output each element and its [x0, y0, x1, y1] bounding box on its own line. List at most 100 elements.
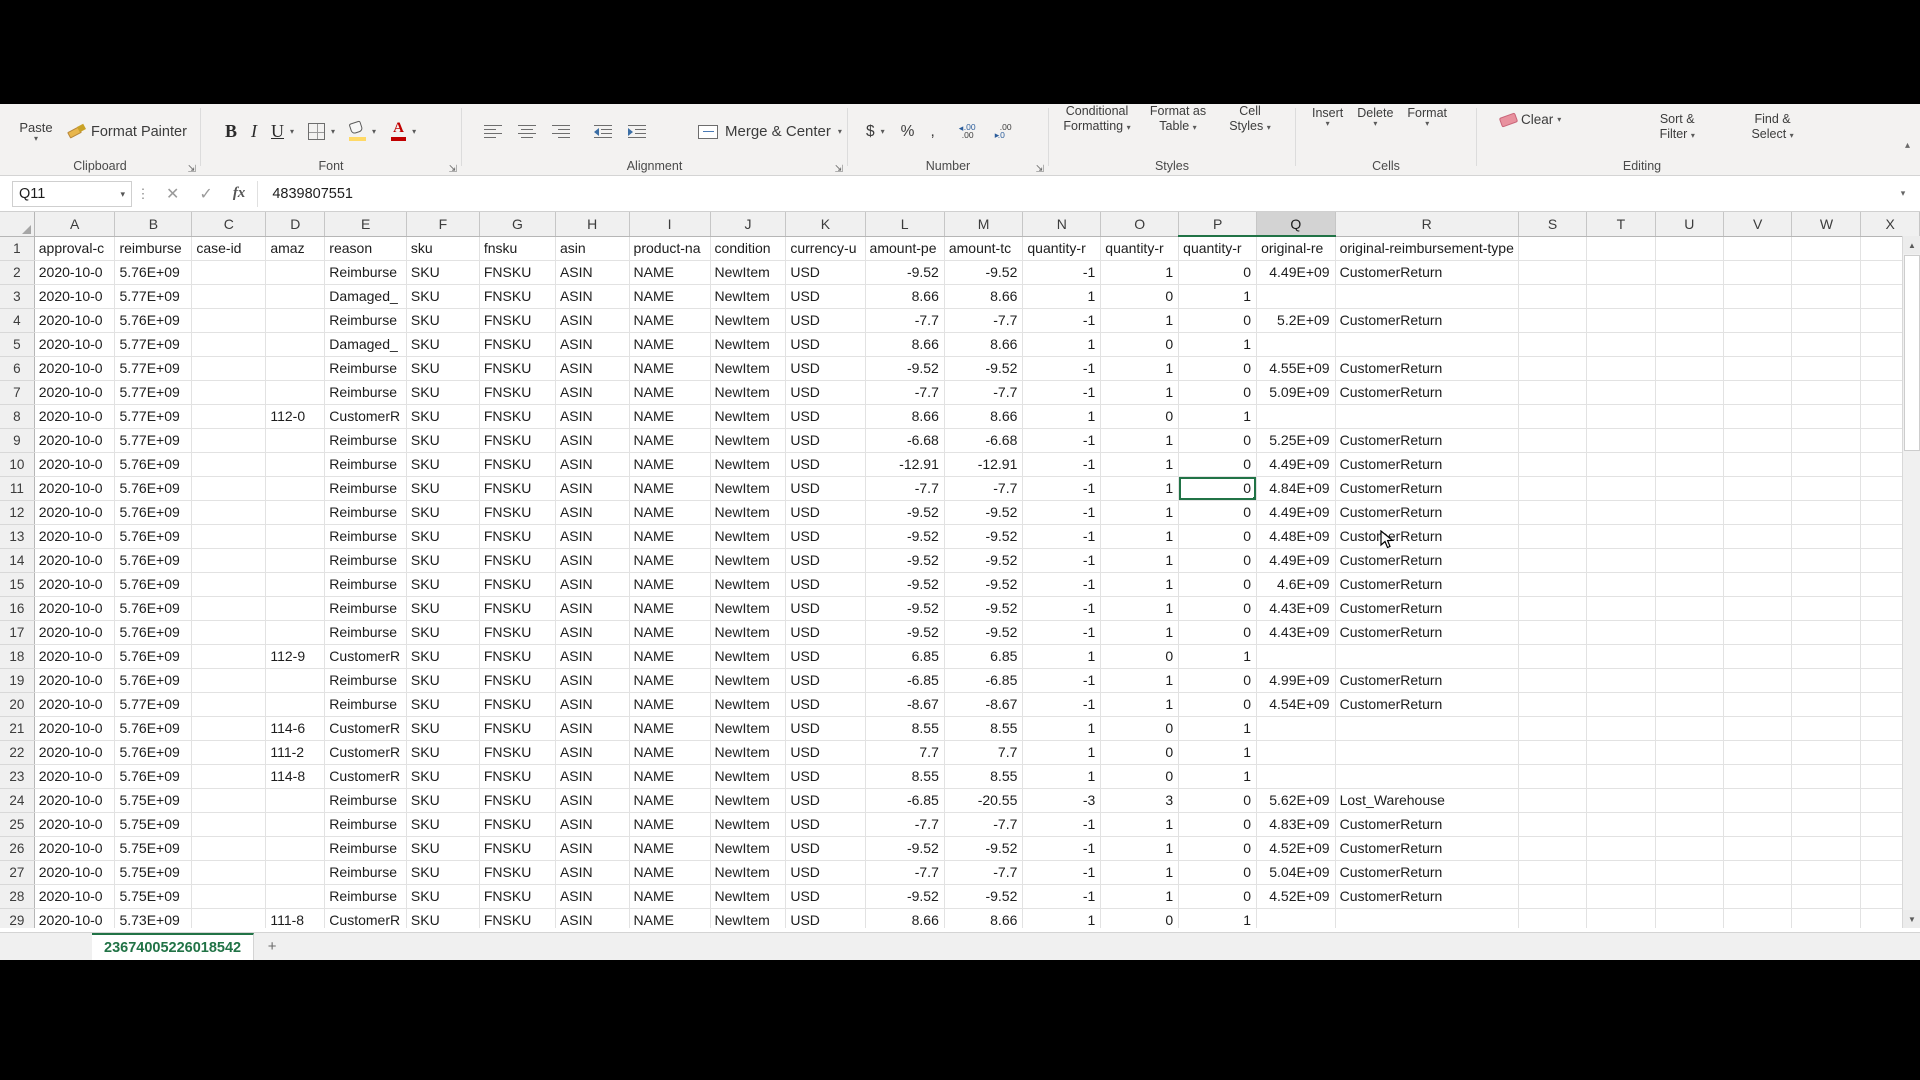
- cell-J11[interactable]: NewItem: [710, 476, 787, 501]
- vertical-scrollbar-thumb[interactable]: [1904, 255, 1920, 451]
- cell-D24[interactable]: [265, 788, 326, 813]
- cell-M29[interactable]: 8.66: [944, 908, 1024, 928]
- cell-I13[interactable]: NAME: [629, 524, 711, 549]
- cell-I9[interactable]: NAME: [629, 428, 711, 453]
- cell-K24[interactable]: USD: [785, 788, 866, 813]
- cell-I6[interactable]: NAME: [629, 356, 711, 381]
- cell-O2[interactable]: 1: [1100, 260, 1180, 285]
- paste-button[interactable]: Paste ▾: [10, 120, 62, 143]
- cell-K15[interactable]: USD: [785, 572, 866, 597]
- cell-L23[interactable]: 8.55: [865, 764, 945, 789]
- cell-R22[interactable]: [1335, 740, 1519, 765]
- cell-R5[interactable]: [1335, 332, 1519, 357]
- cell-S2[interactable]: [1518, 260, 1588, 285]
- cell-H4[interactable]: ASIN: [555, 308, 630, 333]
- formula-input[interactable]: 4839807551: [257, 180, 1890, 207]
- cell-U19[interactable]: [1655, 668, 1725, 693]
- cell-H22[interactable]: ASIN: [555, 740, 630, 765]
- cell-L22[interactable]: 7.7: [865, 740, 945, 765]
- column-title-E[interactable]: reason: [324, 236, 407, 261]
- cell-I8[interactable]: NAME: [629, 404, 711, 429]
- cell-G27[interactable]: FNSKU: [479, 860, 556, 885]
- cell-E28[interactable]: Reimburse: [324, 884, 407, 909]
- cell-I11[interactable]: NAME: [629, 476, 711, 501]
- cell-P14[interactable]: 0: [1178, 548, 1258, 573]
- cell-J28[interactable]: NewItem: [710, 884, 787, 909]
- cell-W11[interactable]: [1791, 476, 1862, 501]
- cell-T10[interactable]: [1586, 452, 1656, 477]
- insert-function-icon[interactable]: fx: [233, 185, 246, 202]
- cell-O20[interactable]: 1: [1100, 692, 1180, 717]
- cell-W27[interactable]: [1791, 860, 1862, 885]
- column-title-G[interactable]: fnsku: [479, 236, 556, 261]
- cell-J27[interactable]: NewItem: [710, 860, 787, 885]
- cell-O23[interactable]: 0: [1100, 764, 1180, 789]
- cell-A20[interactable]: 2020-10-0: [34, 692, 116, 717]
- cell-B18[interactable]: 5.76E+09: [114, 644, 193, 669]
- cell-J5[interactable]: NewItem: [710, 332, 787, 357]
- cell-B10[interactable]: 5.76E+09: [114, 452, 193, 477]
- cell-M22[interactable]: 7.7: [944, 740, 1024, 765]
- cell-D23[interactable]: 114-8: [265, 764, 326, 789]
- cell-J8[interactable]: NewItem: [710, 404, 787, 429]
- cell-U21[interactable]: [1655, 716, 1725, 741]
- increase-decimal-icon[interactable]: .00.00 ◂: [959, 123, 979, 140]
- formula-bar-handle[interactable]: ⋮: [132, 186, 154, 202]
- cell-J19[interactable]: NewItem: [710, 668, 787, 693]
- cell-B8[interactable]: 5.77E+09: [114, 404, 193, 429]
- cell-E7[interactable]: Reimburse: [324, 380, 407, 405]
- cell-K11[interactable]: USD: [785, 476, 866, 501]
- cell-B21[interactable]: 5.76E+09: [114, 716, 193, 741]
- cell-V14[interactable]: [1723, 548, 1793, 573]
- cell-D4[interactable]: [265, 308, 326, 333]
- cell-T13[interactable]: [1586, 524, 1656, 549]
- cell-K27[interactable]: USD: [785, 860, 866, 885]
- cell-K10[interactable]: USD: [785, 452, 866, 477]
- cell-L8[interactable]: 8.66: [865, 404, 945, 429]
- cell-P7[interactable]: 0: [1178, 380, 1258, 405]
- cell-O21[interactable]: 0: [1100, 716, 1180, 741]
- cell-P13[interactable]: 0: [1178, 524, 1258, 549]
- cell-R12[interactable]: CustomerReturn: [1335, 500, 1519, 525]
- cell-B29[interactable]: 5.73E+09: [114, 908, 193, 928]
- cell-V26[interactable]: [1723, 836, 1793, 861]
- cell-V24[interactable]: [1723, 788, 1793, 813]
- column-header-E[interactable]: E: [324, 212, 407, 237]
- cell-J16[interactable]: NewItem: [710, 596, 787, 621]
- cell-J23[interactable]: NewItem: [710, 764, 787, 789]
- cell-B11[interactable]: 5.76E+09: [114, 476, 193, 501]
- column-title-J[interactable]: condition: [710, 236, 787, 261]
- column-title-R[interactable]: original-reimbursement-type: [1335, 236, 1519, 261]
- cell-P21[interactable]: 1: [1178, 716, 1258, 741]
- cell-E17[interactable]: Reimburse: [324, 620, 407, 645]
- cell-E11[interactable]: Reimburse: [324, 476, 407, 501]
- cell-P18[interactable]: 1: [1178, 644, 1258, 669]
- cell-G28[interactable]: FNSKU: [479, 884, 556, 909]
- cell-N24[interactable]: -3: [1022, 788, 1102, 813]
- cell-N14[interactable]: -1: [1022, 548, 1102, 573]
- cell-G20[interactable]: FNSKU: [479, 692, 556, 717]
- cell-W12[interactable]: [1791, 500, 1862, 525]
- cell-G22[interactable]: FNSKU: [479, 740, 556, 765]
- cell-I5[interactable]: NAME: [629, 332, 711, 357]
- cell-B2[interactable]: 5.76E+09: [114, 260, 193, 285]
- cell-S3[interactable]: [1518, 284, 1588, 309]
- cell-K9[interactable]: USD: [785, 428, 866, 453]
- column-header-N[interactable]: N: [1022, 212, 1102, 237]
- cell-N2[interactable]: -1: [1022, 260, 1102, 285]
- cell-G9[interactable]: FNSKU: [479, 428, 556, 453]
- cell-S7[interactable]: [1518, 380, 1588, 405]
- row-header-28[interactable]: 28: [0, 884, 35, 909]
- cell-G23[interactable]: FNSKU: [479, 764, 556, 789]
- cell-H2[interactable]: ASIN: [555, 260, 630, 285]
- cell-R25[interactable]: CustomerReturn: [1335, 812, 1519, 837]
- cell-W17[interactable]: [1791, 620, 1862, 645]
- cell-B26[interactable]: 5.75E+09: [114, 836, 193, 861]
- cell-L20[interactable]: -8.67: [865, 692, 945, 717]
- cell-P6[interactable]: 0: [1178, 356, 1258, 381]
- cell-P2[interactable]: 0: [1178, 260, 1258, 285]
- row-header-6[interactable]: 6: [0, 356, 35, 381]
- cell-H25[interactable]: ASIN: [555, 812, 630, 837]
- cell-U12[interactable]: [1655, 500, 1725, 525]
- cell-C12[interactable]: [191, 500, 267, 525]
